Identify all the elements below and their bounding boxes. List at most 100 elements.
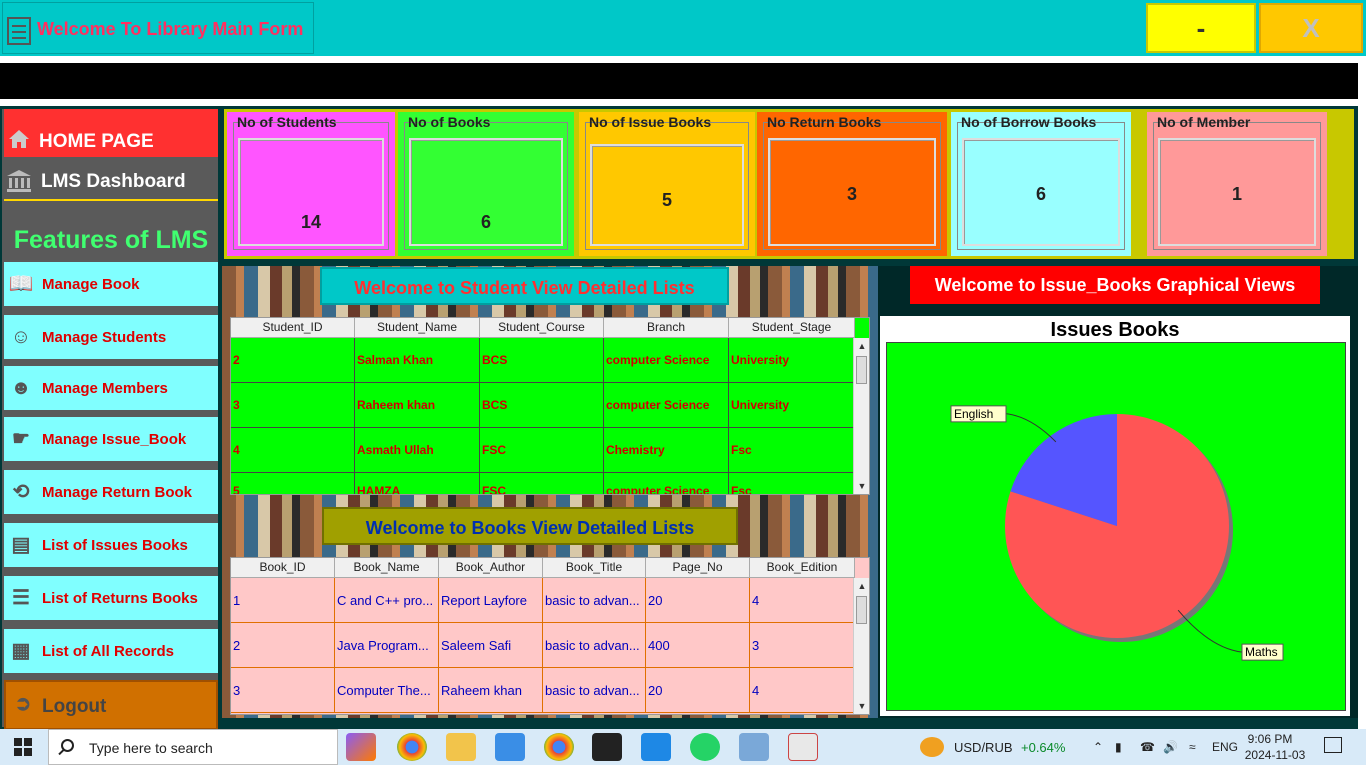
stat-box: 5 <box>590 144 744 246</box>
stat-card-borrow-books: No of Borrow Books 6 <box>951 112 1131 256</box>
chrome-icon[interactable] <box>397 733 427 761</box>
language-indicator[interactable]: ENG <box>1212 740 1238 754</box>
taskbar-search-box[interactable]: Type here to search <box>48 729 338 765</box>
books-scrollbar[interactable]: ▲ ▼ <box>853 578 869 714</box>
table-row[interactable]: 4 Asmath Ullah FSC Chemistry Fsc <box>231 428 855 473</box>
nav-label: Manage Issue_Book <box>42 431 187 448</box>
nav-manage-book[interactable]: 📖 Manage Book <box>4 262 218 306</box>
table-row[interactable]: 2 Salman Khan BCS computer Science Unive… <box>231 338 855 383</box>
scroll-thumb[interactable] <box>856 596 867 624</box>
students-scrollbar[interactable]: ▲ ▼ <box>853 338 869 494</box>
table-cell: Chemistry <box>604 428 729 472</box>
table-row[interactable]: 2 Java Program... Saleem Safi basic to a… <box>231 623 855 668</box>
virtualbox-icon[interactable] <box>739 733 769 761</box>
column-header[interactable]: Student_Name <box>355 318 480 338</box>
wifi-icon[interactable]: ≈ <box>1189 740 1196 754</box>
stat-label: No of Member <box>1157 114 1251 130</box>
books-table[interactable]: Book_ID Book_Name Book_Author Book_Title… <box>230 557 870 715</box>
column-header[interactable]: Book_Name <box>335 558 439 578</box>
nav-manage-members[interactable]: ☻ Manage Members <box>4 366 218 410</box>
scroll-down-arrow[interactable]: ▼ <box>854 478 869 494</box>
clock-date[interactable]: 2024-11-03 <box>1240 748 1310 762</box>
dashboard-label: LMS Dashboard <box>41 171 186 192</box>
logout-button[interactable]: ➲ Logout <box>4 680 218 730</box>
windows-start-icon[interactable] <box>14 738 32 756</box>
volume-icon[interactable]: 🔊 <box>1163 740 1178 754</box>
stat-box: 6 <box>962 138 1120 246</box>
nav-manage-students[interactable]: ☺ Manage Students <box>4 315 218 359</box>
search-icon <box>61 739 74 752</box>
nav-list-all-records[interactable]: ▦ List of All Records <box>4 629 218 673</box>
column-header[interactable]: Student_Course <box>480 318 604 338</box>
table-cell: 2 <box>231 338 355 382</box>
table-cell: HAMZA <box>355 473 480 494</box>
pie-chart: Maths English <box>950 405 1284 661</box>
student-icon: ☺ <box>10 326 32 348</box>
institution-icon <box>7 170 31 192</box>
nav-manage-issue-book[interactable]: ☛ Manage Issue_Book <box>4 417 218 461</box>
column-header[interactable]: Page_No <box>646 558 750 578</box>
nav-label: Manage Return Book <box>42 484 193 501</box>
issue-book-icon: ☛ <box>12 428 30 450</box>
chrome-profile-icon[interactable] <box>544 733 574 761</box>
stat-box: 14 <box>238 138 384 246</box>
table-row[interactable]: 5 HAMZA FSC computer Science Fsc <box>231 473 855 494</box>
students-table[interactable]: Student_ID Student_Name Student_Course B… <box>230 317 870 495</box>
lms-dashboard-button[interactable]: LMS Dashboard <box>4 159 218 201</box>
table-row[interactable]: 3 Computer The... Raheem khan basic to a… <box>231 668 855 713</box>
nav-label: List of All Records <box>42 643 174 660</box>
column-header[interactable]: Student_ID <box>231 318 355 338</box>
column-header[interactable]: Branch <box>604 318 729 338</box>
nav-list-issues-books[interactable]: ▤ List of Issues Books <box>4 523 218 567</box>
column-header[interactable]: Book_Title <box>543 558 646 578</box>
nav-manage-return-book[interactable]: ⟲ Manage Return Book <box>4 470 218 514</box>
stat-label: No of Issue Books <box>589 114 712 130</box>
home-page-button[interactable]: HOME PAGE <box>4 109 218 157</box>
stat-value: 5 <box>661 190 672 210</box>
battery-icon[interactable]: ▮ <box>1115 740 1122 754</box>
whatsapp-icon[interactable] <box>690 733 720 761</box>
table-cell: 4 <box>750 668 855 712</box>
home-icon <box>9 130 29 148</box>
menu-icon[interactable] <box>7 17 31 45</box>
terminal-icon[interactable] <box>592 733 622 761</box>
chart-area: Maths English <box>886 342 1346 711</box>
minimize-button[interactable]: - <box>1146 3 1256 53</box>
java-icon[interactable] <box>788 733 818 761</box>
scroll-thumb[interactable] <box>856 356 867 384</box>
column-header[interactable]: Book_Author <box>439 558 543 578</box>
stat-label: No of Students <box>237 114 337 130</box>
vscode-icon[interactable] <box>641 733 671 761</box>
stat-value: 6 <box>1035 184 1046 204</box>
column-header[interactable]: Book_Edition <box>750 558 855 578</box>
scroll-up-arrow[interactable]: ▲ <box>854 338 869 354</box>
scroll-up-arrow[interactable]: ▲ <box>854 578 869 594</box>
features-heading: Features of LMS <box>4 205 218 261</box>
column-header[interactable]: Student_Stage <box>729 318 855 338</box>
nav-list-returns-books[interactable]: ☰ List of Returns Books <box>4 576 218 620</box>
scroll-down-arrow[interactable]: ▼ <box>854 698 869 714</box>
chart-title: Issues Books <box>1050 319 1180 341</box>
table-header: Book_ID Book_Name Book_Author Book_Title… <box>231 558 855 578</box>
chevron-up-icon[interactable]: ⌃ <box>1093 740 1103 754</box>
microsoft-store-icon[interactable] <box>495 733 525 761</box>
network-icon[interactable]: ☎ <box>1140 740 1155 754</box>
clock-time[interactable]: 9:06 PM <box>1240 732 1300 746</box>
issue-books-banner: Welcome to Issue_Books Graphical Views <box>910 266 1320 304</box>
stat-card-issue-books: No of Issue Books 5 <box>579 112 755 256</box>
close-button[interactable]: X <box>1259 3 1363 53</box>
stats-panel: No of Students 14 No of Books 6 No of Is… <box>224 109 1354 259</box>
stat-label: No of Borrow Books <box>961 114 1097 130</box>
table-row[interactable]: 3 Raheem khan BCS computer Science Unive… <box>231 383 855 428</box>
notifications-icon[interactable] <box>1324 737 1342 753</box>
table-header: Student_ID Student_Name Student_Course B… <box>231 318 855 338</box>
table-cell: Raheem khan <box>439 668 543 712</box>
table-row[interactable]: 1 C and C++ pro... Report Layfore basic … <box>231 578 855 623</box>
currency-change: +0.64% <box>1021 740 1066 755</box>
file-explorer-icon[interactable] <box>446 733 476 761</box>
column-header[interactable]: Book_ID <box>231 558 335 578</box>
copilot-icon[interactable] <box>346 733 376 761</box>
currency-icon[interactable] <box>920 737 944 757</box>
nav-label: List of Returns Books <box>42 590 198 607</box>
currency-pair[interactable]: USD/RUB <box>954 740 1013 755</box>
